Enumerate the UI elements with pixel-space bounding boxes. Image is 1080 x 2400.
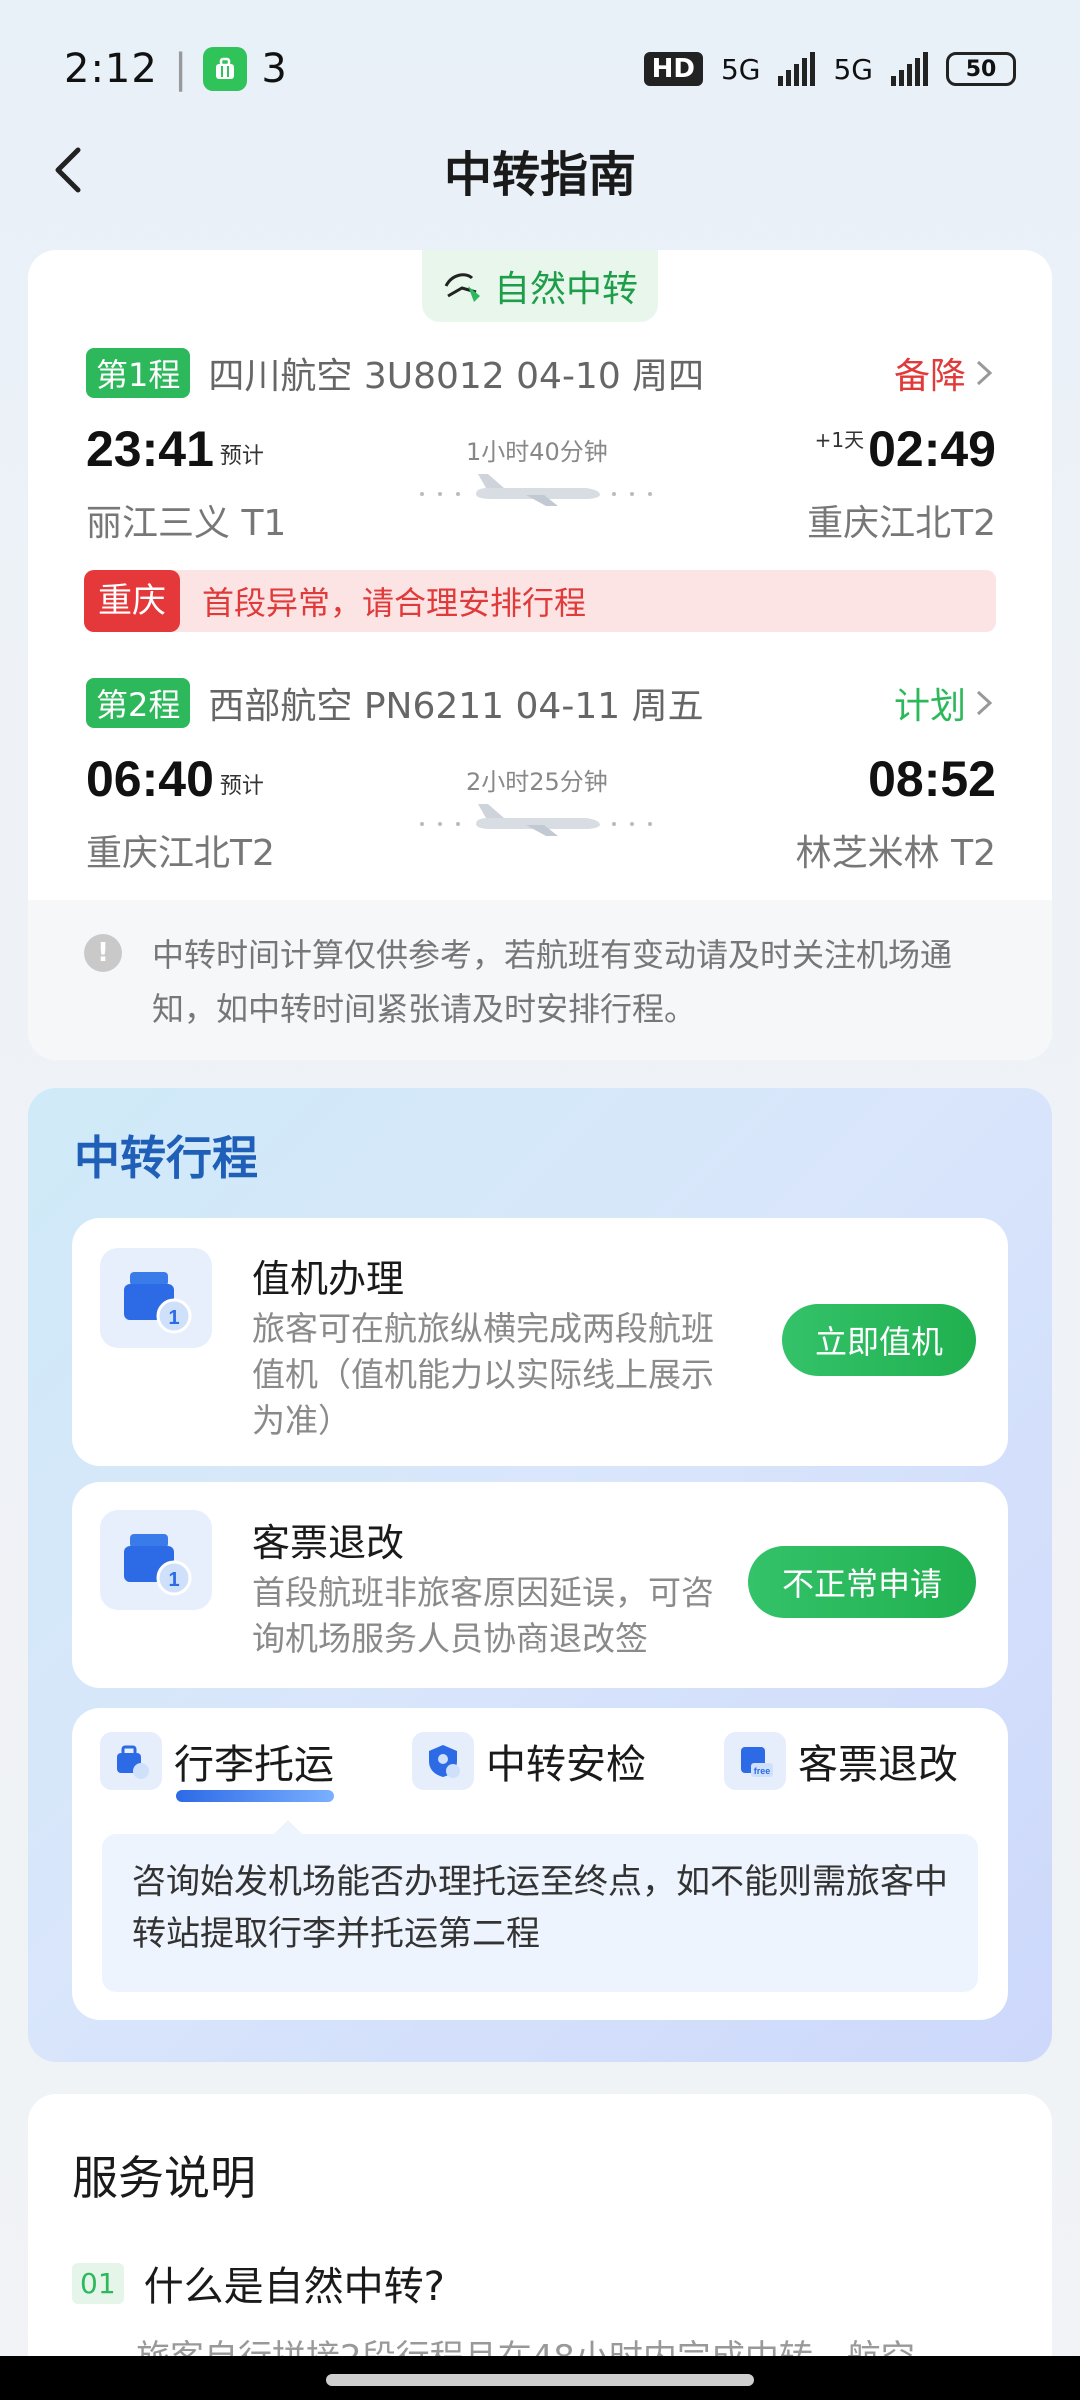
chevron-right-icon (976, 360, 993, 386)
next-day-label: +1天 (814, 428, 865, 452)
natural-transfer-label: 自然中转 (493, 269, 638, 310)
arrival-airport: 林芝米林 T2 (795, 833, 996, 874)
checkin-title: 值机办理 (252, 1257, 405, 1301)
flight-status[interactable]: 备降 (894, 347, 996, 399)
network-5g-label: 5G (720, 52, 761, 86)
section-title: 服务说明 (72, 2151, 256, 2205)
faq-number: 01 (72, 2262, 124, 2304)
alert-text: 首段异常，请合理安排行程 (202, 584, 587, 622)
svg-text:free: free (754, 1766, 771, 1776)
departure-airport: 重庆江北T2 (86, 833, 275, 874)
back-button[interactable] (40, 140, 100, 200)
leg-badge: 第1程 (86, 348, 191, 398)
free-refund-icon: free (724, 1732, 786, 1790)
leg-1[interactable]: 第1程 四川航空 3U8012 04-10 周四 备降 23:41 预计 1小时… (86, 348, 996, 546)
transfer-itinerary-panel: 中转行程 1 值机办理 旅客可在航旅纵横完成两段航班值机（值机能力以实际线上展示… (28, 1088, 1052, 2062)
status-time: 2:12 (64, 46, 158, 92)
arrival-time: 02:49 (868, 421, 996, 477)
tab-label: 行李托运 (174, 1742, 334, 1788)
leg-2[interactable]: 第2程 西部航空 PN6211 04-11 周五 计划 06:40 预计 2小时… (86, 678, 996, 876)
page-title: 中转指南 (443, 147, 636, 203)
transfer-tips-card: 行李托运 中转安检 free 客票退改 咨询始发机场能否办理托运至终点，如不能则… (72, 1708, 1008, 2020)
svg-text:1: 1 (168, 1569, 179, 1591)
refund-title: 客票退改 (252, 1521, 405, 1565)
flight-info: 四川航空 3U8012 04-10 周四 (208, 356, 705, 397)
flight-duration: 1小时40分钟 (466, 438, 608, 466)
hd-icon: HD (643, 52, 703, 86)
airplane-icon (420, 804, 652, 836)
estimated-label: 预计 (219, 774, 264, 799)
flight-status[interactable]: 计划 (894, 677, 996, 729)
signal-icon-2 (891, 52, 928, 86)
section-title: 中转行程 (74, 1131, 258, 1185)
checkin-desc: 旅客可在航旅纵横完成两段航班值机（值机能力以实际线上展示为准） (252, 1309, 714, 1440)
alert-city: 重庆 (84, 570, 180, 632)
notification-count: 3 (261, 46, 287, 92)
tab-label: 中转安检 (486, 1742, 646, 1788)
abnormal-apply-button[interactable]: 不正常申请 (748, 1546, 976, 1618)
chevron-right-icon (976, 690, 993, 716)
natural-transfer-tag: 自然中转 (422, 250, 658, 322)
status-separator: | (173, 46, 188, 92)
flight-status-label: 备降 (893, 356, 966, 397)
flight-status-label: 计划 (893, 686, 966, 727)
signal-icon (778, 52, 816, 86)
luggage-icon (203, 47, 248, 91)
checkin-icon: 1 (100, 1248, 212, 1348)
airplane-icon (420, 474, 652, 506)
transfer-notice: ! 中转时间计算仅供参考，若航班有变动请及时关注机场通知，如中转时间紧张请及时安… (28, 900, 1052, 1060)
faq-item[interactable]: 01 什么是自然中转? (72, 2254, 445, 2312)
flight-duration: 2小时25分钟 (466, 768, 608, 796)
checkin-now-button[interactable]: 立即值机 (782, 1304, 976, 1376)
status-bar: 2:12 | 3 HD 5G 5G 50 (0, 0, 1080, 138)
delay-alert: 重庆 首段异常，请合理安排行程 (84, 570, 996, 632)
tab-pointer (274, 1820, 302, 1834)
transfer-plane-icon (444, 273, 480, 302)
home-indicator[interactable] (326, 2374, 754, 2386)
info-icon: ! (84, 934, 122, 972)
network-5g-label-2: 5G (833, 52, 873, 86)
tab-refund[interactable]: free 客票退改 (724, 1732, 958, 1790)
departure-airport: 丽江三义 T1 (86, 503, 287, 544)
active-tab-indicator (176, 1790, 334, 1802)
flight-info: 西部航空 PN6211 04-11 周五 (208, 686, 704, 727)
tab-security[interactable]: 中转安检 (412, 1732, 646, 1790)
baggage-icon (100, 1732, 162, 1790)
security-check-icon (412, 1732, 474, 1790)
faq-question: 什么是自然中转? (143, 2264, 445, 2310)
arrival-airport: 重庆江北T2 (807, 503, 996, 544)
flight-card: 自然中转 第1程 四川航空 3U8012 04-10 周四 备降 23:41 预… (28, 250, 1052, 1060)
svg-text:1: 1 (168, 1307, 179, 1329)
departure-time: 06:40 (86, 751, 214, 807)
arrival-time: 08:52 (868, 751, 996, 807)
departure-time: 23:41 (86, 421, 214, 477)
refund-icon: 1 (100, 1510, 212, 1610)
battery-icon: 50 (946, 52, 1016, 86)
nav-header: 中转指南 (0, 120, 1080, 220)
service-notes: 服务说明 01 什么是自然中转? 旅客自行拼接2段行程且在48小时内完成中转，航… (28, 2094, 1052, 2400)
tab-label: 客票退改 (798, 1742, 958, 1788)
chevron-left-icon (55, 147, 81, 193)
estimated-label: 预计 (219, 444, 264, 469)
leg-badge: 第2程 (86, 678, 191, 728)
refund-desc: 首段航班非旅客原因延误，可咨询机场服务人员协商退改签 (252, 1573, 714, 1658)
notice-text: 中转时间计算仅供参考，若航班有变动请及时关注机场通知，如中转时间紧张请及时安排行… (152, 936, 953, 1028)
refund-card: 1 客票退改 首段航班非旅客原因延误，可咨询机场服务人员协商退改签 不正常申请 (72, 1482, 1008, 1688)
checkin-card: 1 值机办理 旅客可在航旅纵横完成两段航班值机（值机能力以实际线上展示为准） 立… (72, 1218, 1008, 1466)
tab-content: 咨询始发机场能否办理托运至终点，如不能则需旅客中转站提取行李并托运第二程 (102, 1834, 978, 1992)
tab-baggage[interactable]: 行李托运 (100, 1732, 334, 1790)
